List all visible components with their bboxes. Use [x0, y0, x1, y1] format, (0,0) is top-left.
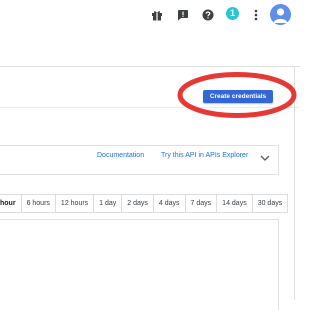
section-divider — [0, 107, 300, 108]
time-range-hour[interactable]: hour — [0, 195, 21, 212]
avatar-icon[interactable] — [270, 4, 291, 25]
try-api-explorer-link[interactable]: Try this API in APIs Explorer — [161, 152, 248, 159]
time-range-2-days[interactable]: 2 days — [121, 195, 153, 212]
notification-badge[interactable]: 1 — [226, 7, 239, 20]
time-range-6-hours[interactable]: 6 hours — [20, 195, 55, 212]
api-card — [0, 145, 279, 175]
time-range-1-day[interactable]: 1 day — [93, 195, 122, 212]
more-vert-icon[interactable] — [252, 7, 260, 23]
time-range-4-days[interactable]: 4 days — [152, 195, 185, 212]
top-bar: 1 — [0, 0, 300, 32]
create-credentials-button[interactable]: Create credentials — [203, 90, 273, 103]
feedback-icon[interactable] — [176, 8, 190, 22]
time-range-30-days[interactable]: 30 days — [251, 195, 288, 212]
time-range-12-hours[interactable]: 12 hours — [54, 195, 94, 212]
time-range-selector: hour 6 hours 12 hours 1 day 2 days 4 day… — [0, 194, 289, 213]
chevron-down-icon[interactable] — [259, 150, 271, 161]
time-range-7-days[interactable]: 7 days — [184, 195, 217, 212]
content-edge — [294, 66, 295, 300]
metrics-panel — [0, 219, 279, 310]
help-icon[interactable] — [201, 8, 215, 22]
gift-icon[interactable] — [150, 8, 164, 22]
time-range-14-days[interactable]: 14 days — [216, 195, 252, 212]
documentation-link[interactable]: Documentation — [97, 152, 144, 159]
